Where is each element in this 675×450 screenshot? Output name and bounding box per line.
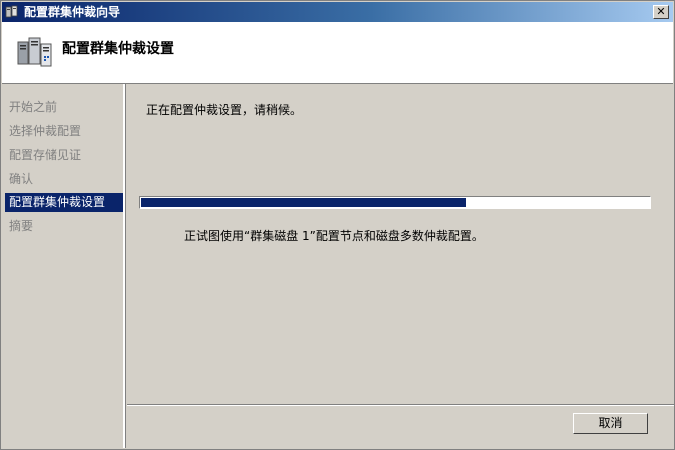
wizard-window: 配置群集仲裁向导 ✕ 配置群集仲裁设置 开始之前 选择仲裁配置 配置存储见证 确…: [0, 0, 675, 450]
close-button[interactable]: ✕: [653, 5, 669, 19]
close-icon: ✕: [656, 5, 666, 18]
footer-divider: [127, 404, 674, 406]
sidebar-divider: [125, 84, 126, 448]
wizard-steps: 开始之前 选择仲裁配置 配置存储见证 确认 配置群集仲裁设置 摘要: [2, 84, 125, 448]
title-bar[interactable]: 配置群集仲裁向导 ✕: [2, 2, 673, 22]
cluster-wizard-icon: [5, 5, 18, 18]
window-title: 配置群集仲裁向导: [24, 5, 121, 19]
wizard-header: 配置群集仲裁设置: [2, 22, 673, 84]
cancel-button[interactable]: 取消: [573, 413, 648, 434]
progress-fill: [141, 198, 466, 207]
step-before-you-begin[interactable]: 开始之前: [5, 98, 123, 117]
progress-bar: [139, 196, 651, 209]
step-confirm[interactable]: 确认: [5, 170, 123, 189]
cluster-servers-icon: [17, 37, 52, 67]
step-select-quorum[interactable]: 选择仲裁配置: [5, 122, 123, 141]
page-title: 配置群集仲裁设置: [62, 41, 174, 57]
step-summary[interactable]: 摘要: [5, 217, 123, 236]
detail-text: 正试图使用“群集磁盘 1”配置节点和磁盘多数仲裁配置。: [184, 229, 484, 243]
status-text: 正在配置仲裁设置，请稍候。: [146, 103, 303, 117]
step-storage-witness[interactable]: 配置存储见证: [5, 146, 123, 165]
step-configure-quorum[interactable]: 配置群集仲裁设置: [5, 193, 123, 212]
